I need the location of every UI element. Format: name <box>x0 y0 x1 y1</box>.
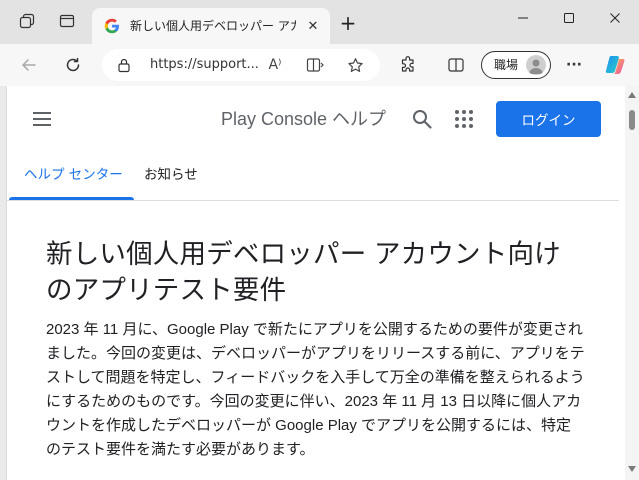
login-button[interactable]: ログイン <box>496 101 601 137</box>
url-text[interactable]: https://support... <box>150 56 260 74</box>
browser-toolbar: https://support... A⁾ 職場 ··· <box>0 44 639 86</box>
favorite-star-icon[interactable] <box>346 56 364 74</box>
maximize-icon[interactable] <box>549 8 589 28</box>
tab-actions-icon[interactable] <box>58 12 76 30</box>
site-header: Play Console ヘルプ ログイン <box>7 86 619 150</box>
tab-announcements[interactable]: お知らせ <box>144 166 198 184</box>
article: 新しい個人用デベロッパー アカウント向けのアプリテスト要件 2023 年 11 … <box>46 236 586 462</box>
profile-button[interactable]: 職場 <box>481 51 551 79</box>
site-title[interactable]: Play Console ヘルプ <box>221 108 386 130</box>
new-tab-button[interactable]: + <box>338 13 358 34</box>
help-nav-tabs: ヘルプ センター お知らせ <box>7 150 619 201</box>
close-icon[interactable] <box>595 8 635 28</box>
split-screen-icon[interactable] <box>445 54 467 76</box>
tab-close-icon[interactable]: ✕ <box>304 17 322 35</box>
search-icon[interactable] <box>411 108 433 130</box>
more-icon[interactable]: ··· <box>563 54 585 76</box>
copilot-icon[interactable] <box>604 54 626 76</box>
scroll-down-icon[interactable] <box>628 466 636 472</box>
back-icon[interactable] <box>18 54 40 76</box>
article-body: 2023 年 11 月に、Google Play で新たにアプリを公開するための… <box>46 321 585 458</box>
scroll-thumb[interactable] <box>629 110 635 130</box>
browser-tab[interactable]: 新しい個人用デベロッパー アカウント向 ✕ <box>92 8 330 44</box>
read-aloud-icon[interactable]: A⁾ <box>266 56 284 74</box>
menu-icon[interactable] <box>31 108 53 130</box>
google-g-icon <box>104 18 120 34</box>
profile-label: 職場 <box>494 58 519 72</box>
title-bar: 新しい個人用デベロッパー アカウント向 ✕ + <box>0 0 639 44</box>
web-viewport: Play Console ヘルプ ログイン ヘルプ センター お知らせ 新しい個… <box>6 86 639 480</box>
tab-title: 新しい個人用デベロッパー アカウント向 <box>130 19 296 33</box>
address-bar[interactable]: https://support... A⁾ <box>102 49 380 81</box>
google-apps-icon[interactable] <box>453 108 475 130</box>
refresh-icon[interactable] <box>62 54 84 76</box>
immersive-reader-icon[interactable] <box>306 56 324 74</box>
avatar <box>526 55 546 75</box>
workspaces-icon[interactable] <box>18 12 36 30</box>
scrollbar[interactable] <box>625 86 639 480</box>
active-tab-indicator <box>9 197 134 200</box>
minimize-icon[interactable] <box>503 8 543 28</box>
extensions-icon[interactable] <box>397 54 419 76</box>
page-title: 新しい個人用デベロッパー アカウント向けのアプリテスト要件 <box>46 239 561 305</box>
scroll-up-icon[interactable] <box>628 92 636 98</box>
tab-help-center[interactable]: ヘルプ センター <box>24 166 123 184</box>
lock-icon[interactable] <box>116 57 132 73</box>
